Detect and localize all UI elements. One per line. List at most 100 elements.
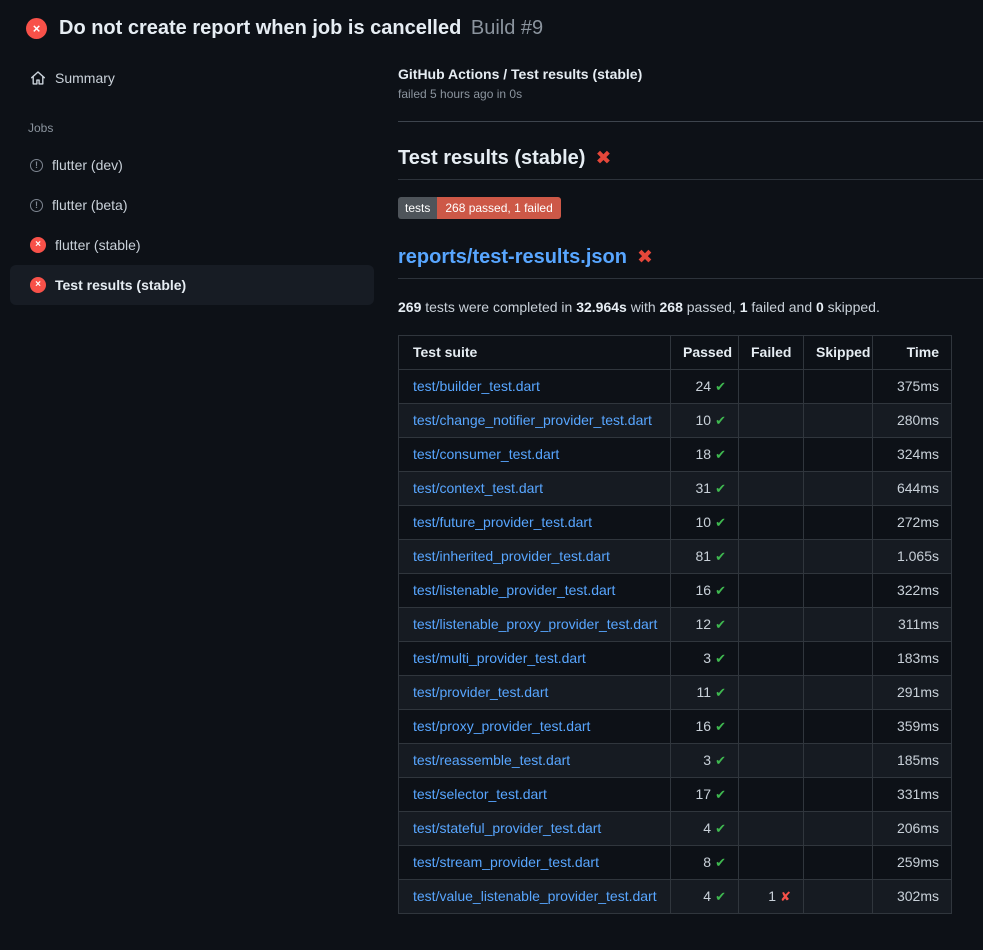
table-row: test/builder_test.dart 24✔ 375ms [399,370,952,404]
test-suite-link[interactable]: test/context_test.dart [413,480,543,496]
header-skipped: Skipped [804,336,873,370]
sidebar-item-flutter-dev[interactable]: ! flutter (dev) [10,145,374,185]
skipped-cell [804,438,873,472]
sidebar-item-flutter-beta[interactable]: ! flutter (beta) [10,185,374,225]
table-row: test/future_provider_test.dart 10✔ 272ms [399,506,952,540]
table-row: test/provider_test.dart 11✔ 291ms [399,676,952,710]
content-area: Summary Jobs ! flutter (dev) ! flutter (… [0,40,983,914]
test-suite-link[interactable]: test/listenable_provider_test.dart [413,582,615,598]
test-suite-link[interactable]: test/multi_provider_test.dart [413,650,586,666]
sidebar-item-flutter-stable[interactable]: × flutter (stable) [10,225,374,265]
failed-x-icon: ✖ [637,246,653,269]
test-suite-link[interactable]: test/future_provider_test.dart [413,514,592,530]
time-cell: 322ms [873,574,952,608]
test-suite-link[interactable]: test/consumer_test.dart [413,446,559,462]
passed-cell: 8✔ [671,846,739,880]
home-icon [30,70,46,86]
sidebar: Summary Jobs ! flutter (dev) ! flutter (… [0,40,374,305]
skipped-cell [804,642,873,676]
cross-icon: ✘ [780,889,791,904]
time-cell: 259ms [873,846,952,880]
table-row: test/value_listenable_provider_test.dart… [399,880,952,914]
time-cell: 311ms [873,608,952,642]
check-icon: ✔ [715,821,726,836]
test-suite-link[interactable]: test/change_notifier_provider_test.dart [413,412,652,428]
passed-cell: 3✔ [671,642,739,676]
badge-label: tests [398,197,437,219]
check-icon: ✔ [715,685,726,700]
test-suite-link[interactable]: test/reassemble_test.dart [413,752,570,768]
table-row: test/change_notifier_provider_test.dart … [399,404,952,438]
check-icon: ✔ [715,855,726,870]
skipped-cell [804,812,873,846]
table-row: test/inherited_provider_test.dart 81✔ 1.… [399,540,952,574]
failed-cell [739,812,804,846]
check-icon: ✔ [715,481,726,496]
failed-cell [739,710,804,744]
sidebar-item-summary[interactable]: Summary [10,66,374,90]
check-icon: ✔ [715,379,726,394]
time-cell: 280ms [873,404,952,438]
report-file-link[interactable]: reports/test-results.json [398,246,627,269]
tests-badge: tests 268 passed, 1 failed [398,197,561,219]
neutral-status-icon: ! [30,199,43,212]
time-cell: 206ms [873,812,952,846]
table-row: test/selector_test.dart 17✔ 331ms [399,778,952,812]
sidebar-item-label: flutter (stable) [55,237,141,253]
page-title: Do not create report when job is cancell… [59,17,543,40]
header-test-suite: Test suite [399,336,671,370]
test-suite-link[interactable]: test/value_listenable_provider_test.dart [413,888,657,904]
failed-cell [739,540,804,574]
test-suite-link[interactable]: test/builder_test.dart [413,378,540,394]
time-cell: 302ms [873,880,952,914]
skipped-cell [804,846,873,880]
total-count: 269 [398,299,421,315]
failed-cell [739,506,804,540]
table-row: test/multi_provider_test.dart 3✔ 183ms [399,642,952,676]
check-icon: ✔ [715,787,726,802]
check-icon: ✔ [715,651,726,666]
time-cell: 644ms [873,472,952,506]
skipped-cell [804,744,873,778]
check-icon: ✔ [715,583,726,598]
neutral-status-icon: ! [30,159,43,172]
jobs-section-label: Jobs [28,121,374,135]
jobs-list: ! flutter (dev) ! flutter (beta) × flutt… [10,145,374,305]
passed-cell: 17✔ [671,778,739,812]
skipped-cell [804,540,873,574]
time-cell: 185ms [873,744,952,778]
passed-cell: 12✔ [671,608,739,642]
test-suite-link[interactable]: test/proxy_provider_test.dart [413,718,590,734]
breadcrumb: GitHub Actions / Test results (stable) [398,66,983,82]
passed-cell: 10✔ [671,506,739,540]
time-cell: 375ms [873,370,952,404]
test-suite-link[interactable]: test/selector_test.dart [413,786,547,802]
skipped-cell [804,404,873,438]
app-root: × Do not create report when job is cance… [0,0,983,914]
results-summary: 269 tests were completed in 32.964s with… [398,299,983,315]
table-header-row: Test suite Passed Failed Skipped Time [399,336,952,370]
skipped-cell [804,506,873,540]
passed-cell: 3✔ [671,744,739,778]
test-suite-link[interactable]: test/inherited_provider_test.dart [413,548,610,564]
failed-x-icon: ✖ [595,147,611,170]
test-suite-link[interactable]: test/listenable_proxy_provider_test.dart [413,616,657,632]
skipped-cell [804,710,873,744]
failed-status-icon: × [30,277,46,293]
check-icon: ✔ [715,413,726,428]
passed-cell: 11✔ [671,676,739,710]
passed-cell: 16✔ [671,710,739,744]
skipped-cell [804,370,873,404]
section-title: Test results (stable) ✖ [398,147,983,180]
test-suite-link[interactable]: test/provider_test.dart [413,684,548,700]
test-suite-link[interactable]: test/stateful_provider_test.dart [413,820,601,836]
check-icon: ✔ [715,549,726,564]
passed-cell: 18✔ [671,438,739,472]
sidebar-item-test-results-stable[interactable]: × Test results (stable) [10,265,374,305]
check-icon: ✔ [715,719,726,734]
passed-cell: 4✔ [671,880,739,914]
table-row: test/listenable_proxy_provider_test.dart… [399,608,952,642]
failed-count: 1 [740,299,748,315]
test-suite-link[interactable]: test/stream_provider_test.dart [413,854,599,870]
table-row: test/context_test.dart 31✔ 644ms [399,472,952,506]
